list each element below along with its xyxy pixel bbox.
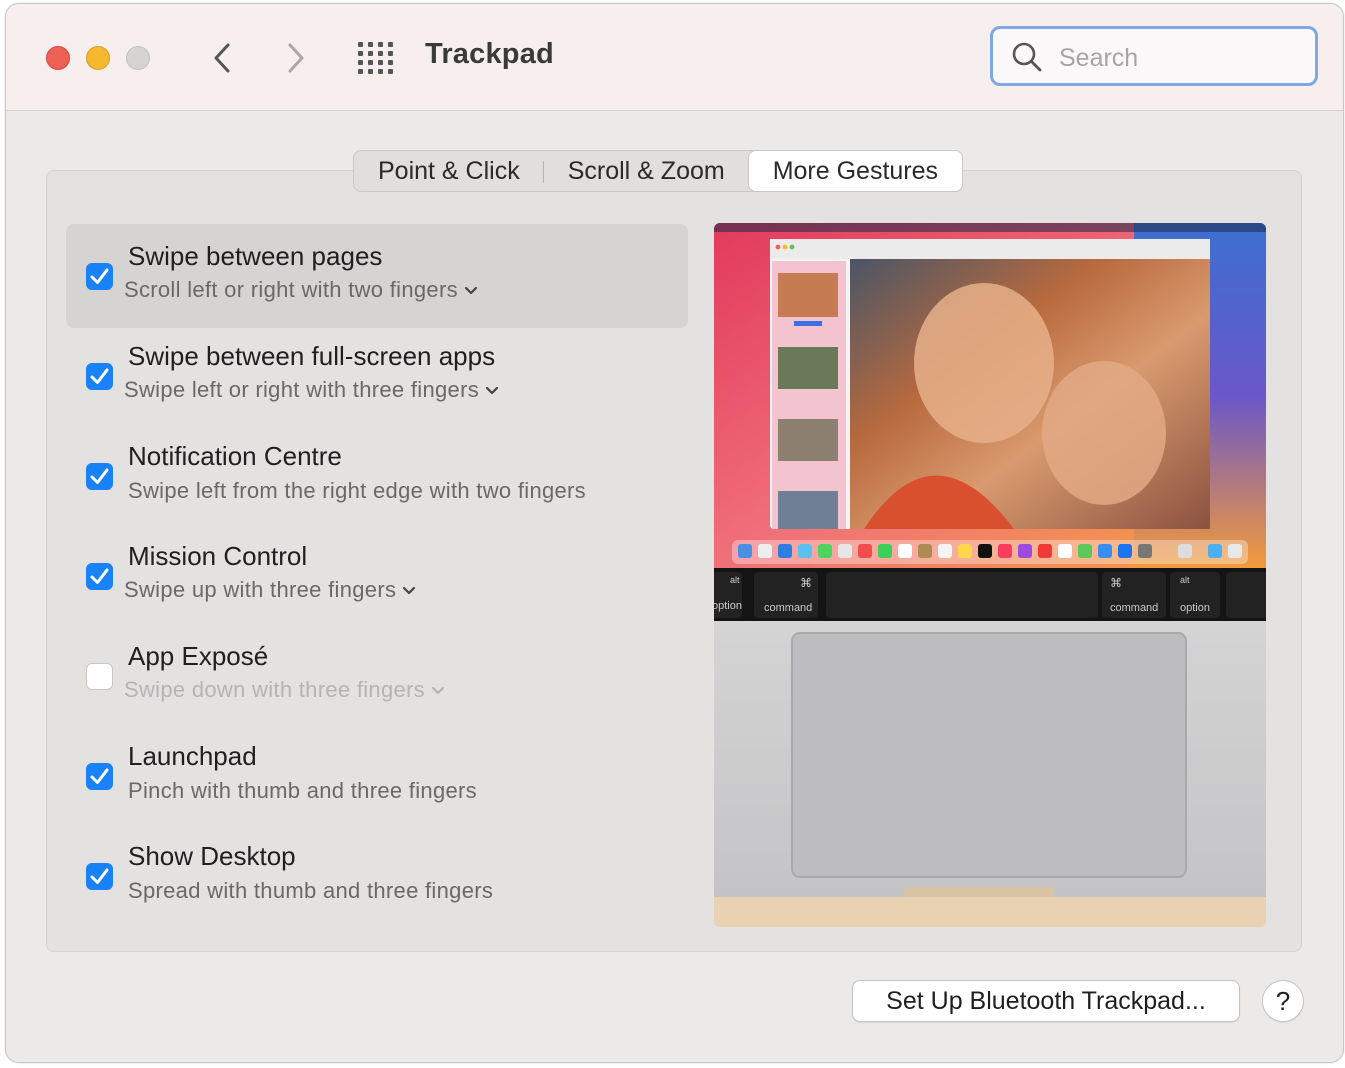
checkmark-icon	[90, 368, 109, 384]
notification-centre-subtitle: Swipe left from the right edge with two …	[128, 478, 586, 503]
gesture-preview-image: alt option ⌘ command ⌘ command alt optio…	[714, 223, 1266, 927]
tab-scroll-zoom[interactable]: Scroll & Zoom	[544, 151, 749, 191]
show-desktop-title: Show Desktop	[128, 841, 296, 871]
swipe-apps-title: Swipe between full-screen apps	[128, 341, 496, 371]
mission-control-checkbox[interactable]	[86, 563, 113, 590]
key-command-left: command	[764, 602, 812, 614]
close-window-button[interactable]	[46, 46, 70, 70]
search-icon	[1012, 42, 1042, 72]
launchpad-checkbox[interactable]	[86, 763, 113, 790]
chevron-right-icon	[288, 43, 304, 73]
checkmark-icon	[90, 268, 109, 284]
minimize-window-button[interactable]	[86, 46, 110, 70]
tab-more-gestures[interactable]: More Gestures	[748, 151, 963, 191]
window-title: Trackpad	[425, 38, 554, 70]
app-expose-checkbox[interactable]	[86, 663, 113, 690]
chevron-down-icon	[485, 387, 499, 395]
mission-control-title: Mission Control	[128, 541, 308, 571]
forward-button[interactable]	[278, 40, 314, 76]
launchpad-title: Launchpad	[128, 741, 257, 771]
key-command-right: command	[1110, 602, 1158, 614]
help-button[interactable]: ?	[1262, 980, 1304, 1022]
chevron-down-icon	[464, 287, 477, 295]
checkmark-icon	[90, 768, 109, 784]
swipe-apps-option[interactable]: Swipe left or right with three fingers	[124, 377, 499, 403]
title-bar: Trackpad	[6, 4, 1343, 111]
gesture-row-app-expose[interactable]: App Exposé Swipe down with three fingers	[66, 624, 688, 728]
laptop-illustration: alt option ⌘ command ⌘ command alt optio…	[714, 223, 1266, 927]
gesture-row-show-desktop[interactable]: Show Desktop Spread with thumb and three…	[66, 824, 688, 928]
swipe-pages-option[interactable]: Scroll left or right with two fingers	[124, 277, 478, 303]
chevron-left-icon	[214, 43, 230, 73]
mission-control-subtitle: Swipe up with three fingers	[124, 577, 397, 602]
checkmark-icon	[90, 868, 109, 884]
chevron-down-icon	[431, 687, 445, 695]
zoom-window-button[interactable]	[126, 46, 150, 70]
show-desktop-checkbox[interactable]	[86, 863, 113, 890]
mission-control-option[interactable]: Swipe up with three fingers	[124, 577, 416, 603]
search-input[interactable]	[1057, 39, 1301, 77]
show-desktop-subtitle: Spread with thumb and three fingers	[128, 878, 494, 903]
key-option-right: option	[1180, 602, 1210, 614]
notification-centre-title: Notification Centre	[128, 441, 342, 471]
setup-bluetooth-trackpad-button[interactable]: Set Up Bluetooth Trackpad...	[852, 980, 1240, 1022]
swipe-pages-title: Swipe between pages	[128, 241, 383, 271]
swipe-pages-subtitle: Scroll left or right with two fingers	[124, 277, 458, 302]
key-alt-right: alt	[1180, 575, 1190, 585]
grid-icon	[358, 42, 393, 74]
notification-centre-checkbox[interactable]	[86, 463, 113, 490]
search-field[interactable]	[990, 26, 1318, 86]
app-expose-title: App Exposé	[128, 641, 269, 671]
tab-bar: Point & Click Scroll & Zoom More Gesture…	[353, 150, 964, 192]
key-option-left: option	[714, 600, 742, 612]
swipe-apps-checkbox[interactable]	[86, 363, 113, 390]
swipe-pages-checkbox[interactable]	[86, 263, 113, 290]
gesture-row-swipe-fullscreen-apps[interactable]: Swipe between full-screen apps Swipe lef…	[66, 324, 688, 428]
gesture-row-swipe-pages[interactable]: Swipe between pages Scroll left or right…	[66, 224, 688, 328]
checkmark-icon	[90, 468, 109, 484]
gesture-row-mission-control[interactable]: Mission Control Swipe up with three fing…	[66, 524, 688, 628]
key-alt-left: alt	[730, 575, 740, 585]
gesture-row-launchpad[interactable]: Launchpad Pinch with thumb and three fin…	[66, 724, 688, 828]
chevron-down-icon	[403, 587, 416, 595]
checkmark-icon	[90, 568, 109, 584]
app-expose-subtitle: Swipe down with three fingers	[124, 677, 425, 702]
gesture-row-notification-centre[interactable]: Notification Centre Swipe left from the …	[66, 424, 688, 528]
key-cmd-symbol-right: ⌘	[1110, 576, 1122, 590]
launchpad-subtitle: Pinch with thumb and three fingers	[128, 778, 477, 803]
back-button[interactable]	[204, 40, 240, 76]
tab-point-click[interactable]: Point & Click	[354, 151, 544, 191]
show-all-button[interactable]	[358, 42, 394, 74]
preferences-window: Trackpad Point & Click Scroll & Zoom Mor…	[5, 3, 1344, 1063]
swipe-apps-subtitle: Swipe left or right with three fingers	[124, 377, 479, 402]
app-expose-option: Swipe down with three fingers	[124, 677, 445, 703]
key-cmd-symbol-left: ⌘	[800, 576, 812, 590]
